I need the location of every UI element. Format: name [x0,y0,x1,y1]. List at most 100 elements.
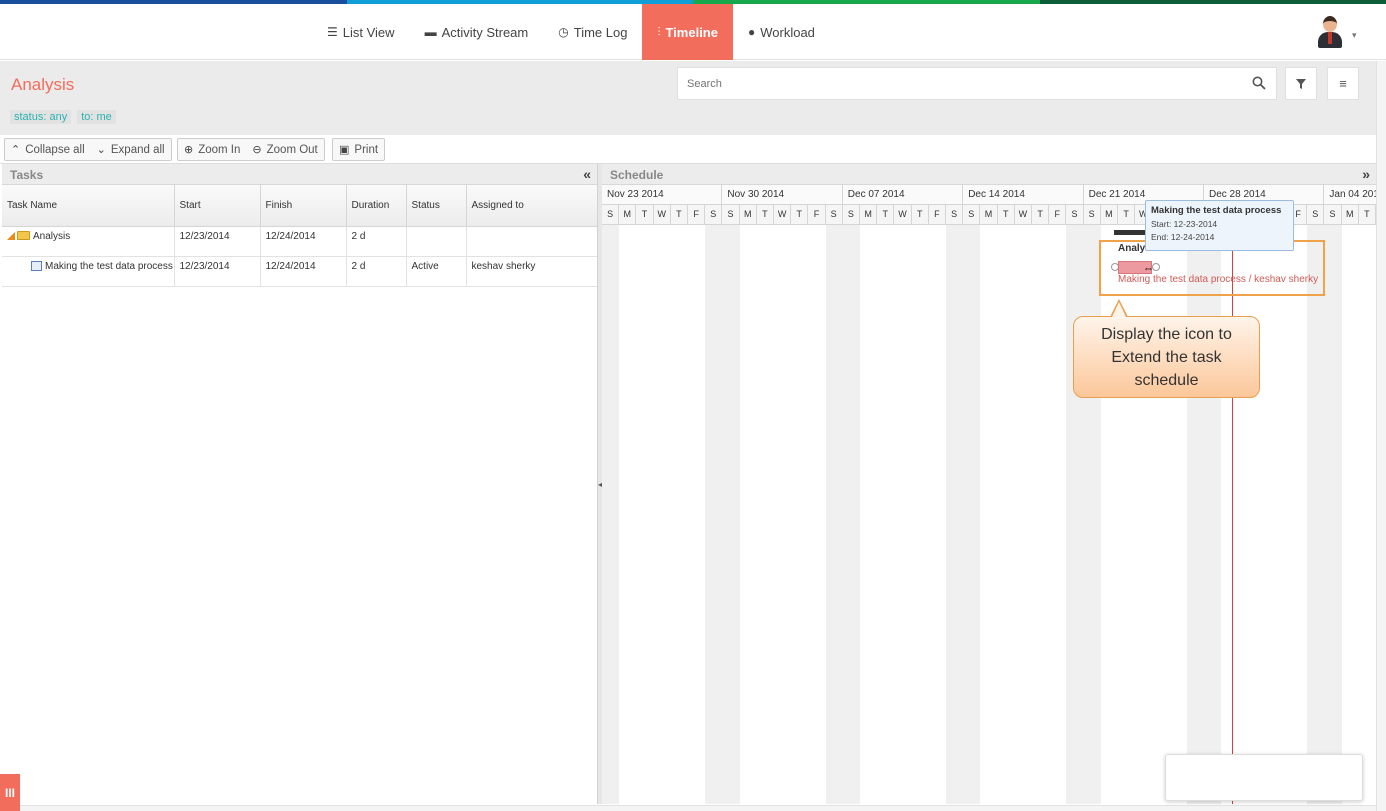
day-label: S [1324,205,1342,225]
duration-cell: 2 d [346,226,407,257]
user-avatar[interactable] [1316,14,1344,50]
weekend-column [1083,225,1101,804]
table-row[interactable]: Analysis 12/23/2014 12/24/2014 2 d [2,226,598,257]
zoom-out-icon: ⊖ [252,144,262,156]
weekend-column [1186,225,1204,804]
tab-timeline[interactable]: ⫶ Timeline [642,4,733,60]
collapse-panel-icon[interactable]: « [583,166,591,182]
print-group: ▣ Print [332,138,386,161]
day-label: T [912,205,929,225]
day-label: W [774,205,792,225]
day-label: F [688,205,706,225]
project-header: Analysis status: any to: me ≡ [0,61,1376,135]
tab-time-log[interactable]: ◷ Time Log [543,4,642,60]
expand-triangle-icon[interactable] [7,231,15,240]
weekend-column [722,225,740,804]
search-box [677,67,1277,100]
day-label: F [1049,205,1067,225]
day-label: S [946,205,964,225]
col-header-start[interactable]: Start [174,185,261,227]
day-label: M [740,205,757,225]
weekend-column [602,225,620,804]
comment-icon: ▬ [424,25,437,39]
day-label: F [929,205,946,225]
collapse-all-button[interactable]: ⌃ Collapse all [5,143,91,157]
task-name-cell[interactable]: Making the test data process [2,256,175,287]
tab-list-view[interactable]: ☰ List View [312,4,410,60]
hamburger-icon: ≡ [1339,76,1347,91]
zoom-in-button[interactable]: ⊕ Zoom In [178,143,246,157]
weekend-column [1066,225,1084,804]
tasks-grid: Task Name Start Finish Duration Status A… [2,185,598,287]
weekend-column [842,225,860,804]
status-cell [406,226,467,257]
task-name-cell[interactable]: Analysis [2,226,175,257]
gantt-toolbar: ⌃ Collapse all ⌄ Expand all ⊕ Zoom In ⊖ Zoom… [0,136,1376,164]
day-label: T [1032,205,1050,225]
view-tabs: ☰ List View ▬ Activity Stream ◷ Time Log ⫶ T… [312,4,830,60]
expand-panel-icon[interactable]: » [1362,166,1370,182]
table-row[interactable]: Making the test data process 12/23/2014 … [2,256,598,287]
day-label: T [998,205,1015,225]
filter-assignee[interactable]: to: me [77,110,116,124]
tooltip-end: End: 12-24-2014 [1151,232,1215,242]
horizontal-scrollbar[interactable] [0,805,1376,811]
filter-button[interactable] [1285,67,1317,100]
day-label: M [860,205,878,225]
tooltip-start: Start: 12-23-2014 [1151,219,1218,229]
week-label: Nov 23 2014 [602,185,723,205]
tasks-panel: Tasks « Task Name Start Finish Duration … [2,164,598,804]
day-label: T [791,205,809,225]
menu-button[interactable]: ≡ [1327,67,1359,100]
vertical-scrollbar[interactable] [1376,61,1386,811]
status-cell: Active [406,256,467,287]
start-cell: 12/23/2014 [174,226,261,257]
annotation-callout: Display the icon to Extend the task sche… [1073,316,1260,398]
search-icon[interactable] [1252,76,1266,90]
zoom-out-button[interactable]: ⊖ Zoom Out [246,143,323,157]
col-header-task-name[interactable]: Task Name [2,185,175,227]
folder-icon [17,231,30,241]
col-header-status[interactable]: Status [406,185,467,227]
weekend-column [963,225,981,804]
weekend-column [705,225,723,804]
today-marker-line [1232,225,1233,804]
search-input[interactable] [678,68,1238,99]
weekend-column [1307,225,1325,804]
filter-status[interactable]: status: any [10,110,72,124]
expand-all-button[interactable]: ⌄ Expand all [91,143,171,157]
collapse-expand-group: ⌃ Collapse all ⌄ Expand all [4,138,172,161]
day-label: T [1359,205,1376,225]
summary-task-bar[interactable] [1114,230,1149,235]
day-label: W [654,205,671,225]
tooltip-title: Making the test data process [1151,205,1282,216]
user-menu-caret-icon[interactable]: ▾ [1352,30,1357,41]
day-label: T [757,205,774,225]
col-header-assigned-to[interactable]: Assigned to [466,185,598,227]
print-button[interactable]: ▣ Print [333,143,384,157]
week-label: Nov 30 2014 [722,185,843,205]
day-label: M [1101,205,1118,225]
floating-panel[interactable] [1165,754,1363,801]
col-header-finish[interactable]: Finish [260,185,347,227]
day-label: W [894,205,912,225]
day-label: S [843,205,860,225]
day-label: S [602,205,620,225]
day-label: T [636,205,654,225]
top-navigation: ☰ List View ▬ Activity Stream ◷ Time Log ⫶ T… [0,4,1386,60]
zoom-group: ⊕ Zoom In ⊖ Zoom Out [177,138,325,161]
day-label: M [619,205,637,225]
page-title: Analysis [11,75,75,94]
tab-workload[interactable]: ● Workload [733,4,830,60]
day-label: W [1015,205,1032,225]
day-label: S [722,205,740,225]
col-header-duration[interactable]: Duration [346,185,407,227]
tab-activity-stream[interactable]: ▬ Activity Stream [410,4,544,60]
day-label: S [1307,205,1325,225]
schedule-panel-header: Schedule » [602,164,1376,185]
assigned-cell [466,226,598,257]
duration-cell: 2 d [346,256,407,287]
task-icon [31,260,42,271]
day-label: M [1342,205,1359,225]
side-tab-button[interactable]: III [0,774,20,811]
